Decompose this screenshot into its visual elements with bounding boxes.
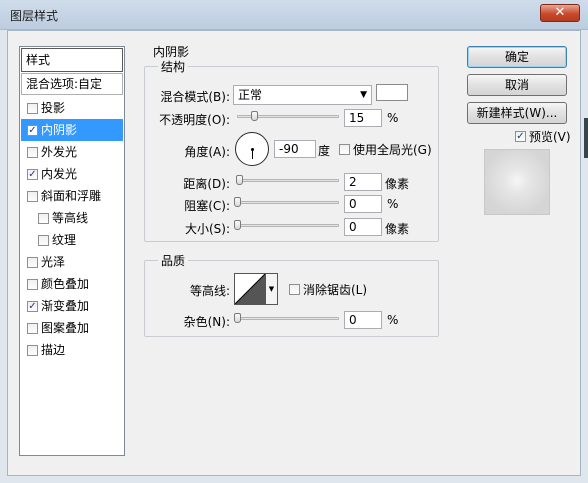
style-item[interactable]: 斜面和浮雕	[21, 185, 123, 207]
styles-list: 样式 混合选项:自定 投影内阴影外发光内发光斜面和浮雕等高线纹理光泽颜色叠加渐变…	[19, 46, 125, 456]
window-title: 图层样式	[10, 9, 59, 23]
style-item-checkbox[interactable]	[27, 322, 38, 334]
size-slider-track[interactable]	[237, 224, 339, 227]
style-item[interactable]: 颜色叠加	[21, 273, 123, 295]
style-item-checkbox[interactable]	[27, 190, 38, 202]
style-item[interactable]: 投影	[21, 97, 123, 119]
preview-thumbnail	[484, 149, 550, 215]
style-item-checkbox[interactable]	[38, 212, 49, 224]
size-unit: 像素	[385, 222, 410, 236]
preview-checkbox[interactable]	[515, 131, 526, 142]
distance-field[interactable]: 2	[344, 173, 382, 191]
preview-option[interactable]: 预览(V)	[515, 128, 571, 145]
opacity-unit: %	[387, 111, 399, 125]
anti-alias-option[interactable]: 消除锯齿(L)	[289, 281, 367, 298]
style-item-label: 斜面和浮雕	[41, 189, 102, 203]
ok-button[interactable]: 确定	[467, 46, 567, 68]
style-item-checkbox[interactable]	[27, 300, 38, 312]
preview-label: 预览(V)	[529, 130, 571, 144]
title-bar[interactable]: 图层样式 ✕	[0, 0, 588, 30]
style-item-checkbox[interactable]	[38, 234, 49, 246]
noise-slider-thumb[interactable]	[234, 313, 241, 323]
choke-label: 阻塞(C):	[184, 199, 230, 213]
choke-slider-thumb[interactable]	[234, 197, 241, 207]
contour-picker[interactable]	[234, 273, 266, 305]
global-light-label: 使用全局光(G)	[353, 143, 432, 157]
style-item[interactable]: 纹理	[21, 229, 123, 251]
blend-color-swatch[interactable]	[376, 84, 408, 101]
opacity-slider-thumb[interactable]	[251, 111, 258, 121]
anti-alias-label: 消除锯齿(L)	[303, 283, 368, 297]
style-item-label: 图案叠加	[41, 321, 90, 335]
blend-mode-value: 正常	[238, 88, 263, 102]
style-item-label: 内发光	[41, 167, 78, 181]
angle-dial[interactable]	[235, 132, 269, 166]
style-item-label: 投影	[41, 101, 66, 115]
choke-unit: %	[387, 197, 399, 211]
style-item[interactable]: 渐变叠加	[21, 295, 123, 317]
style-item-checkbox[interactable]	[27, 256, 38, 268]
blend-mode-select[interactable]: 正常 ▼	[233, 85, 372, 105]
contour-curve-icon	[235, 274, 265, 304]
noise-field[interactable]: 0	[344, 311, 382, 329]
style-item-label: 等高线	[52, 211, 89, 225]
cancel-button[interactable]: 取消	[467, 74, 567, 96]
angle-unit: 度	[318, 144, 331, 158]
style-item[interactable]: 描边	[21, 339, 123, 361]
noise-unit: %	[387, 313, 399, 327]
contour-dropdown[interactable]: ▼	[266, 273, 278, 305]
close-button[interactable]: ✕	[540, 4, 580, 22]
size-field[interactable]: 0	[344, 218, 382, 236]
style-item-label: 渐变叠加	[41, 299, 90, 313]
noise-slider-track[interactable]	[237, 317, 339, 320]
anti-alias-checkbox[interactable]	[289, 284, 300, 295]
layer-style-dialog: 样式 混合选项:自定 投影内阴影外发光内发光斜面和浮雕等高线纹理光泽颜色叠加渐变…	[7, 30, 581, 476]
blend-mode-label: 混合模式(B):	[160, 90, 230, 104]
style-item-checkbox[interactable]	[27, 168, 38, 180]
close-icon: ✕	[554, 5, 566, 20]
style-item-checkbox[interactable]	[27, 344, 38, 356]
style-item-checkbox[interactable]	[27, 124, 38, 136]
styles-header[interactable]: 样式	[21, 48, 123, 72]
style-item-label: 光泽	[41, 255, 66, 269]
distance-slider-thumb[interactable]	[236, 175, 243, 185]
global-light-option[interactable]: 使用全局光(G)	[339, 141, 432, 158]
style-item[interactable]: 内发光	[21, 163, 123, 185]
angle-center-dot	[251, 148, 254, 151]
quality-legend: 品质	[158, 252, 189, 269]
chevron-down-icon: ▼	[268, 285, 275, 293]
size-label: 大小(S):	[184, 222, 230, 236]
style-item-label: 描边	[41, 343, 66, 357]
style-item[interactable]: 内阴影	[21, 119, 123, 141]
style-item-checkbox[interactable]	[27, 278, 38, 290]
new-style-button[interactable]: 新建样式(W)...	[467, 102, 567, 124]
contour-label: 等高线:	[189, 284, 230, 298]
noise-label: 杂色(N):	[183, 315, 230, 329]
style-item-checkbox[interactable]	[27, 102, 38, 114]
style-item-label: 纹理	[52, 233, 77, 247]
style-item-label: 内阴影	[41, 123, 78, 137]
choke-slider-track[interactable]	[237, 201, 339, 204]
angle-field[interactable]: -90	[274, 140, 316, 158]
style-item-label: 外发光	[41, 145, 78, 159]
style-item[interactable]: 光泽	[21, 251, 123, 273]
structure-legend: 结构	[158, 58, 189, 75]
size-slider-thumb[interactable]	[234, 220, 241, 230]
choke-field[interactable]: 0	[344, 195, 382, 213]
distance-label: 距离(D):	[183, 177, 230, 191]
angle-label: 角度(A):	[184, 145, 230, 159]
style-item[interactable]: 等高线	[21, 207, 123, 229]
window-edge-strip	[584, 118, 588, 158]
style-item-checkbox[interactable]	[27, 146, 38, 158]
opacity-field[interactable]: 15	[344, 109, 382, 127]
global-light-checkbox[interactable]	[339, 144, 350, 155]
style-item[interactable]: 外发光	[21, 141, 123, 163]
blending-options-item[interactable]: 混合选项:自定	[21, 73, 123, 95]
style-item[interactable]: 图案叠加	[21, 317, 123, 339]
opacity-label: 不透明度(O):	[159, 113, 230, 127]
style-item-label: 颜色叠加	[41, 277, 90, 291]
distance-slider-track[interactable]	[237, 179, 339, 182]
chevron-down-icon: ▼	[360, 90, 367, 100]
distance-unit: 像素	[385, 177, 410, 191]
